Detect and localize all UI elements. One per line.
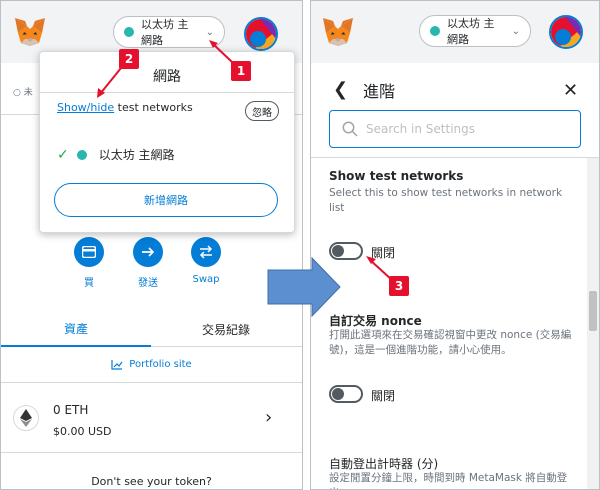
step-badge-2: 2: [119, 49, 139, 69]
annotation-overlay: [97, 40, 393, 318]
big-arrow-icon: [267, 256, 341, 318]
step-badge-3: 3: [389, 276, 409, 296]
red-arrow-2: [99, 67, 122, 95]
step-badge-1: 1: [231, 61, 251, 81]
